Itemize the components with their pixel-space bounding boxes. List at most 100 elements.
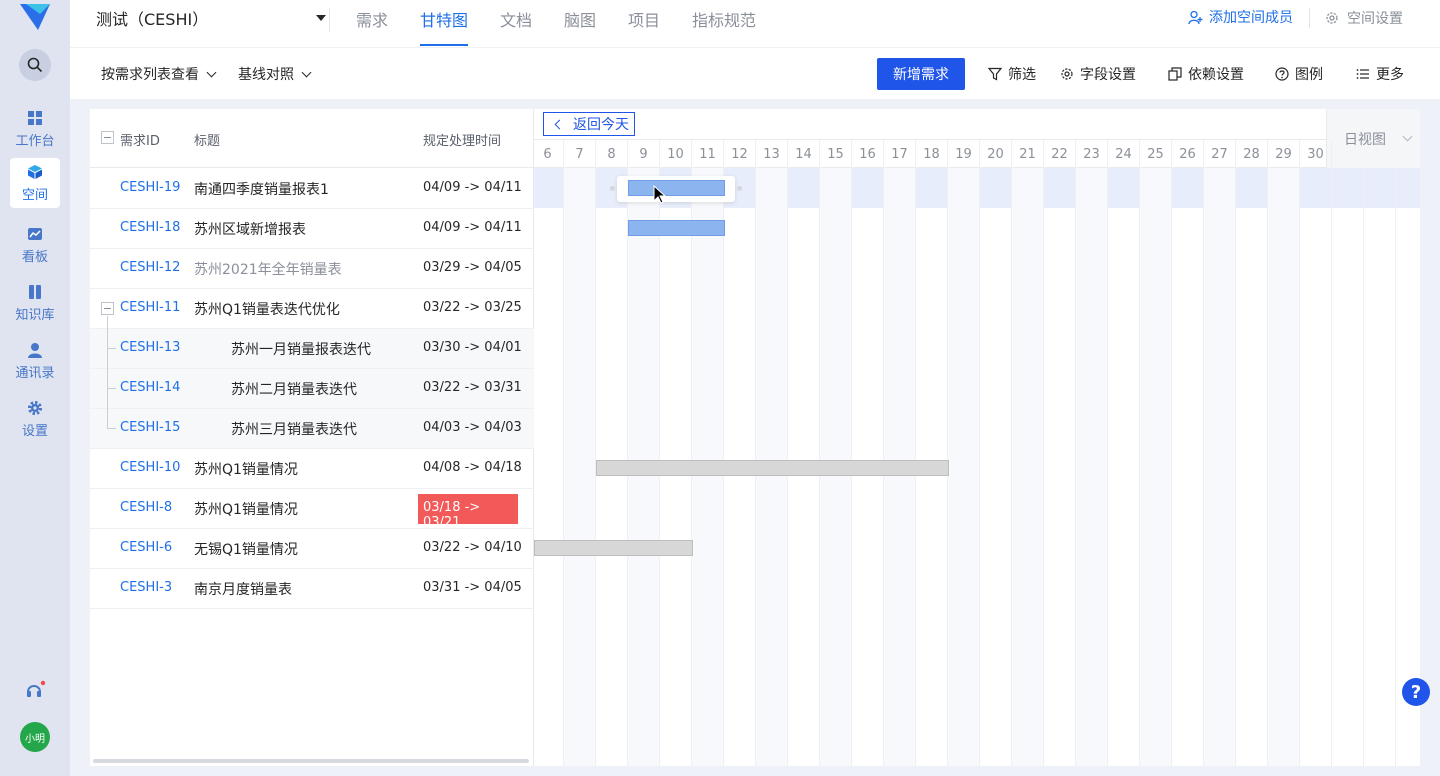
right-link-handle[interactable]: [737, 186, 742, 191]
dependency-settings-button[interactable]: 依赖设置: [1168, 64, 1244, 84]
table-row[interactable]: CESHI-8 苏州Q1销量情况 03/18 -> 03/21: [90, 489, 534, 530]
tab-requirements[interactable]: 需求: [356, 0, 388, 47]
divider: [1309, 8, 1310, 28]
grid-line: [1043, 168, 1044, 766]
tab-metric-specs[interactable]: 指标规范: [692, 0, 756, 47]
table-row[interactable]: CESHI-12 苏州2021年全年销量表 03/29 -> 04/05: [90, 249, 534, 289]
search-button[interactable]: [19, 49, 51, 81]
list-icon: [1356, 69, 1369, 79]
table-row[interactable]: CESHI-15 苏州三月销量表迭代 04/03 -> 04/03: [90, 409, 534, 449]
nav-item-workbench[interactable]: 工作台: [10, 104, 60, 154]
requirement-list: 需求ID 标题 规定处理时间 CESHI-19 南通四季度销量报表1 04/09…: [90, 109, 534, 766]
question-circle-icon: [1275, 67, 1289, 81]
help-button[interactable]: ?: [1402, 678, 1430, 706]
day-label: 22: [1044, 140, 1076, 169]
nav-label: 看板: [21, 249, 48, 265]
left-link-handle[interactable]: [610, 186, 615, 191]
requirement-title[interactable]: 苏州Q1销量情况: [194, 459, 298, 479]
table-row[interactable]: CESHI-3 南京月度销量表 03/31 -> 04/05: [90, 569, 534, 609]
grid-line: [1107, 168, 1108, 766]
gantt-bar-ceshi-19[interactable]: [628, 180, 725, 196]
nav-item-space[interactable]: 空间: [10, 158, 60, 208]
dependency-icon: [1168, 67, 1182, 81]
requirement-title[interactable]: 南通四季度销量报表1: [194, 179, 329, 199]
requirement-title[interactable]: 无锡Q1销量情况: [194, 539, 298, 559]
nav-label: 工作台: [15, 133, 55, 149]
requirement-id[interactable]: CESHI-8: [120, 500, 172, 515]
space-name: 测试（CESHI）: [96, 10, 209, 29]
gantt-bar-ceshi-18[interactable]: [628, 220, 725, 236]
requirement-id[interactable]: CESHI-19: [120, 180, 180, 195]
more-label: 更多: [1376, 67, 1404, 83]
nav-item-board[interactable]: 看板: [10, 220, 60, 270]
tab-gantt[interactable]: 甘特图: [420, 0, 469, 47]
more-button[interactable]: 更多: [1356, 64, 1404, 84]
requirement-time: 03/30 -> 04/01: [423, 340, 522, 355]
requirement-id[interactable]: CESHI-11: [120, 300, 180, 315]
add-member-button[interactable]: 添加空间成员: [1188, 7, 1293, 27]
space-settings-button[interactable]: 空间设置: [1325, 8, 1403, 28]
requirement-id[interactable]: CESHI-12: [120, 260, 180, 275]
day-label: 7: [564, 140, 596, 169]
caret-down-icon: [316, 15, 326, 21]
requirement-title[interactable]: 苏州Q1销量表迭代优化: [194, 299, 340, 319]
requirement-time: 03/22 -> 03/25: [423, 300, 522, 315]
requirement-id[interactable]: CESHI-6: [120, 540, 172, 555]
search-icon: [27, 57, 43, 73]
requirement-id[interactable]: CESHI-15: [120, 420, 180, 435]
table-row[interactable]: CESHI-13 苏州一月销量报表迭代 03/30 -> 04/01: [90, 329, 534, 369]
gantt-bar-ceshi-6[interactable]: [534, 540, 693, 556]
day-label: 10: [660, 140, 692, 169]
back-to-today-button[interactable]: 返回今天: [543, 112, 635, 136]
requirement-title[interactable]: 苏州Q1销量情况: [194, 499, 298, 519]
gantt-bar-ceshi-10[interactable]: [596, 460, 949, 476]
tab-projects[interactable]: 项目: [628, 0, 660, 47]
day-column-shade: [948, 168, 980, 766]
table-row[interactable]: CESHI-14 苏州二月销量表迭代 03/22 -> 03/31: [90, 369, 534, 409]
requirement-id[interactable]: CESHI-14: [120, 380, 180, 395]
tab-docs[interactable]: 文档: [500, 0, 532, 47]
horizontal-scrollbar[interactable]: [93, 759, 529, 763]
requirement-id[interactable]: CESHI-18: [120, 220, 180, 235]
requirement-title[interactable]: 苏州三月销量表迭代: [231, 419, 357, 439]
nav-item-contacts[interactable]: 通讯录: [10, 336, 60, 386]
tab-mindmap[interactable]: 脑图: [564, 0, 596, 47]
day-column-shade: [1076, 168, 1108, 766]
gear-icon: [1061, 68, 1073, 80]
table-row[interactable]: CESHI-11 苏州Q1销量表迭代优化 03/22 -> 03/25: [90, 289, 534, 329]
filter-button[interactable]: 筛选: [988, 64, 1036, 84]
requirement-time: 04/09 -> 04/11: [423, 220, 522, 235]
field-settings-button[interactable]: 字段设置: [1060, 64, 1136, 84]
requirement-title[interactable]: 苏州2021年全年销量表: [194, 259, 342, 279]
requirement-id[interactable]: CESHI-13: [120, 340, 180, 355]
view-mode-dropdown[interactable]: 按需求列表查看: [101, 64, 217, 84]
day-header: 6 7 8 9 10 11 12 13 14 15 16 17 18 19 20 21 22 23 24 25 26 27…: [534, 139, 1332, 169]
table-row[interactable]: CESHI-10 苏州Q1销量情况 04/08 -> 04/18: [90, 449, 534, 489]
view-scale-select[interactable]: 日视图: [1326, 109, 1420, 168]
avatar[interactable]: 小明: [20, 722, 50, 752]
customer-service-icon[interactable]: [25, 680, 45, 700]
requirement-title[interactable]: 南京月度销量表: [194, 579, 292, 599]
table-row[interactable]: CESHI-18 苏州区域新增报表 04/09 -> 04/11: [90, 209, 534, 249]
requirement-title[interactable]: 苏州区域新增报表: [194, 219, 306, 239]
nav-label: 空间: [21, 187, 48, 203]
collapse-all-toggle[interactable]: [101, 131, 114, 144]
contact-icon: [28, 342, 42, 358]
nav-item-settings[interactable]: 设置: [10, 394, 60, 444]
table-row[interactable]: CESHI-19 南通四季度销量报表1 04/09 -> 04/11: [90, 169, 534, 209]
requirement-title[interactable]: 苏州一月销量报表迭代: [231, 339, 371, 359]
dashboard-icon: [28, 110, 42, 125]
nav-item-knowledge[interactable]: 知识库: [10, 278, 60, 328]
baseline-dropdown[interactable]: 基线对照: [238, 64, 312, 84]
day-label: 23: [1076, 140, 1108, 169]
new-requirement-button[interactable]: 新增需求: [877, 58, 965, 90]
requirement-title[interactable]: 苏州二月销量表迭代: [231, 379, 357, 399]
grid-line: [1203, 168, 1204, 766]
table-row[interactable]: CESHI-6 无锡Q1销量情况 03/22 -> 04/10: [90, 529, 534, 569]
space-selector[interactable]: 测试（CESHI）: [96, 0, 328, 36]
collapse-toggle[interactable]: [101, 302, 114, 315]
requirement-id[interactable]: CESHI-3: [120, 580, 172, 595]
legend-button[interactable]: 图例: [1275, 64, 1323, 84]
app-logo[interactable]: [18, 2, 52, 32]
requirement-id[interactable]: CESHI-10: [120, 460, 180, 475]
